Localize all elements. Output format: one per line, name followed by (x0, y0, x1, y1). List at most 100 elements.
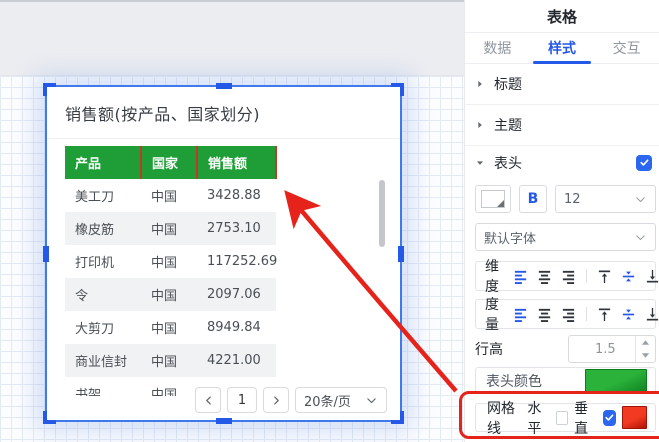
table-row: 橡皮筋 中国 2753.10 (65, 212, 276, 245)
vertical-gridline-checkbox[interactable] (603, 410, 616, 426)
valign-top-icon[interactable] (597, 307, 612, 322)
valign-middle-icon[interactable] (621, 269, 636, 284)
next-page-button[interactable] (263, 387, 289, 413)
selection-corner-bottom-left[interactable] (43, 411, 56, 424)
font-color-swatch (481, 190, 505, 208)
gridline-color-swatch[interactable] (622, 406, 647, 429)
tab-style[interactable]: 样式 (530, 33, 595, 63)
table-row: 商业信封 中国 4221.00 (65, 344, 276, 377)
chevron-down-icon (634, 231, 647, 244)
horizontal-gridline-checkbox[interactable] (556, 411, 568, 425)
prev-page-button[interactable] (195, 387, 221, 413)
measure-label: 度量 (485, 294, 499, 334)
dimension-align-row: 维度 (475, 261, 656, 291)
resize-handle-bottom[interactable] (216, 418, 232, 424)
cell: 打印机 (65, 245, 141, 278)
stepper-down-icon[interactable] (636, 349, 655, 362)
cell: 令 (65, 278, 141, 311)
cell: 中国 (141, 278, 197, 311)
row-height-row: 行高 1.5 (475, 335, 656, 363)
caret-right-icon (475, 79, 485, 89)
page-size-select[interactable]: 20条/页 (295, 387, 387, 413)
gridline-label: 网格线 (487, 398, 521, 438)
table-scrollbar-thumb[interactable] (379, 180, 385, 247)
section-theme-collapsed[interactable]: 主题 (465, 105, 659, 146)
cell: 中国 (141, 344, 197, 377)
cell: 中国 (141, 179, 197, 212)
font-color-picker[interactable] (475, 185, 511, 213)
table-row: 大剪刀 中国 8949.84 (65, 311, 276, 344)
table-widget-card[interactable]: 销售额(按产品、国家划分) 产品 国家 销售额 美工刀 中国 3428.88 (45, 85, 402, 422)
divider (586, 307, 587, 321)
panel-title: 表格 (465, 0, 659, 33)
section-title-collapsed[interactable]: 标题 (465, 64, 659, 105)
cell: 2097.06 (197, 278, 276, 311)
row-height-stepper[interactable]: 1.5 (568, 335, 656, 363)
table-row: 美工刀 中国 3428.88 (65, 179, 276, 212)
header-color-row: 表头颜色 (475, 367, 656, 394)
column-header: 国家 (141, 146, 197, 179)
cell: 8949.84 (197, 311, 276, 344)
cell: 2753.10 (197, 212, 276, 245)
pagination-bar: 1 20条/页 (195, 387, 387, 413)
cell: 大剪刀 (65, 311, 141, 344)
widget-title-bar: 销售额(按产品、国家划分) (47, 87, 400, 139)
align-right-icon[interactable] (561, 307, 576, 322)
cell: 3428.88 (197, 179, 276, 212)
align-center-icon[interactable] (537, 269, 552, 284)
dashboard-canvas[interactable]: 销售额(按产品、国家划分) 产品 国家 销售额 美工刀 中国 3428.88 (0, 0, 464, 442)
selection-corner-top-right[interactable] (391, 83, 404, 96)
header-color-swatch[interactable] (585, 369, 647, 392)
cell: 中国 (141, 311, 197, 344)
chevron-right-icon (271, 395, 282, 406)
valign-middle-icon[interactable] (621, 307, 636, 322)
align-left-icon[interactable] (513, 307, 528, 322)
cell: 书架 (65, 377, 141, 396)
widget-title: 销售额(按产品、国家划分) (65, 101, 260, 125)
column-header: 产品 (65, 146, 141, 179)
dimension-label: 维度 (485, 256, 499, 296)
font-family-value: 默认字体 (484, 228, 634, 247)
resize-handle-right[interactable] (398, 246, 404, 262)
section-table-header[interactable]: 表头 (465, 146, 659, 179)
cell: 商业信封 (65, 344, 141, 377)
table-row: 打印机 中国 117252.69 (65, 245, 276, 278)
table-row: 令 中国 2097.06 (65, 278, 276, 311)
align-left-icon[interactable] (513, 269, 528, 284)
header-color-label: 表头颜色 (486, 371, 542, 391)
row-height-value: 1.5 (569, 336, 635, 362)
current-page-box[interactable]: 1 (227, 387, 257, 413)
style-panel: 表格 数据 样式 交互 标题 主题 表头 (464, 0, 659, 442)
valign-bottom-icon[interactable] (645, 307, 659, 322)
header-enabled-checkbox[interactable] (636, 155, 652, 171)
cell: 4221.00 (197, 344, 276, 377)
stepper-up-icon[interactable] (636, 336, 655, 349)
divider (586, 269, 587, 283)
bi-editor-page: 销售额(按产品、国家划分) 产品 国家 销售额 美工刀 中国 3428.88 (0, 0, 659, 442)
bold-button[interactable]: B (519, 185, 547, 213)
cell: 中国 (141, 377, 197, 396)
tab-data[interactable]: 数据 (465, 33, 530, 63)
check-icon (639, 157, 650, 168)
font-size-select[interactable]: 12 (555, 185, 656, 213)
panel-tabs: 数据 样式 交互 (465, 33, 659, 64)
cell: 中国 (141, 212, 197, 245)
cell: 美工刀 (65, 179, 141, 212)
valign-bottom-icon[interactable] (645, 269, 659, 284)
selection-corner-bottom-right[interactable] (391, 411, 404, 424)
valign-top-icon[interactable] (597, 269, 612, 284)
page-size-value: 20条/页 (304, 391, 365, 410)
font-family-select[interactable]: 默认字体 (475, 223, 656, 251)
resize-handle-top[interactable] (216, 83, 232, 89)
table-header-row: 产品 国家 销售额 (65, 146, 276, 179)
selection-corner-top-left[interactable] (43, 83, 56, 96)
align-right-icon[interactable] (561, 269, 576, 284)
align-center-icon[interactable] (537, 307, 552, 322)
tab-interaction[interactable]: 交互 (594, 33, 659, 63)
measure-align-row: 度量 (475, 299, 656, 329)
cell: 中国 (141, 245, 197, 278)
section-label: 标题 (494, 74, 522, 94)
canvas-margin-area (0, 0, 464, 76)
resize-handle-left[interactable] (43, 246, 49, 262)
caret-right-icon (475, 120, 485, 130)
